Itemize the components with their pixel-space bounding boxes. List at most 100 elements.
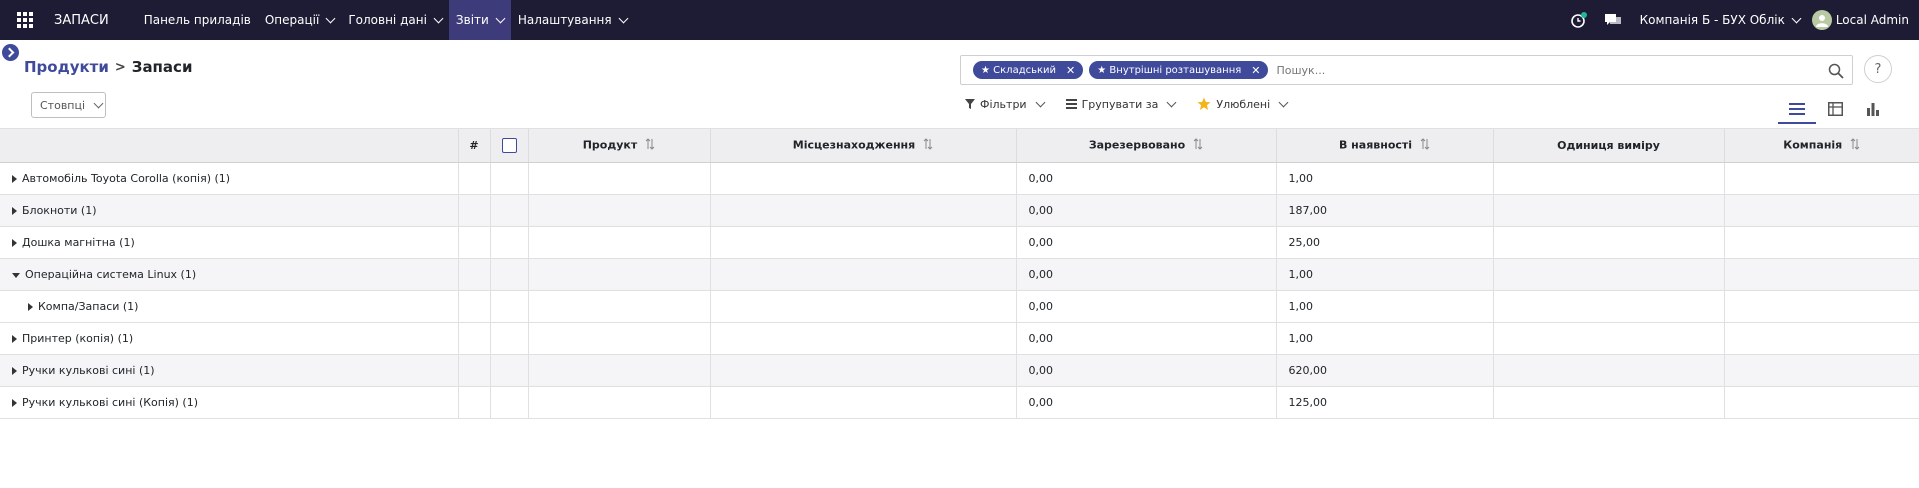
user-menu[interactable]: Local Admin — [1811, 10, 1909, 30]
graph-view-button[interactable] — [1854, 96, 1892, 122]
header-group — [0, 128, 458, 163]
menu-dashboard[interactable]: Панель приладів — [137, 0, 258, 40]
search-input[interactable] — [1274, 62, 1852, 78]
group-label-cell[interactable]: Блокноти (1) — [0, 194, 458, 227]
list-view-button[interactable] — [1778, 96, 1816, 124]
menu-label: Операції — [264, 13, 320, 27]
header-on-hand[interactable]: В наявності — [1275, 128, 1493, 163]
favorites-label: Улюблені — [1216, 97, 1271, 111]
chevron-down-icon — [1166, 97, 1177, 107]
apps-grid-icon — [17, 12, 33, 28]
group-row[interactable]: Ручки кулькові сині (Копія) (1) 0,00 125… — [0, 386, 1919, 419]
header-label: Місцезнаходження — [792, 138, 916, 152]
menu-label: Налаштування — [517, 13, 612, 27]
table-icon — [1827, 102, 1843, 116]
group-row[interactable]: Автомобіль Toyota Corolla (копія) (1) 0,… — [0, 162, 1919, 195]
group-row[interactable]: Дошка магнітна (1) 0,00 25,00 — [0, 226, 1919, 259]
chevron-down-icon — [325, 13, 336, 23]
menu-settings[interactable]: Налаштування — [511, 0, 634, 40]
menu-label: Головні дані — [348, 13, 427, 27]
header-uom[interactable]: Одиниця виміру — [1492, 128, 1724, 163]
clock-icon — [1570, 12, 1587, 28]
sort-icon — [923, 138, 933, 153]
favorites-dropdown[interactable]: Улюблені — [1197, 97, 1289, 111]
group-label: Принтер (копія) (1) — [22, 332, 134, 345]
avatar — [1811, 10, 1832, 30]
caret-right-icon — [12, 175, 17, 183]
reserved-cell: 0,00 — [1015, 322, 1276, 355]
header-select-all[interactable] — [489, 128, 528, 163]
header-label: Продукт — [582, 138, 638, 152]
app-brand[interactable]: ЗАПАСИ — [50, 13, 119, 28]
header-product[interactable]: Продукт — [527, 128, 710, 163]
company-switcher[interactable]: Компанія Б - БУХ Облік — [1639, 13, 1802, 27]
caret-right-icon — [12, 367, 17, 375]
header-location[interactable]: Місцезнаходження — [709, 128, 1016, 163]
group-by-dropdown[interactable]: Групувати за — [1065, 97, 1177, 111]
on-hand-cell: 1,00 — [1275, 322, 1493, 355]
filters-dropdown[interactable]: Фільтри — [965, 97, 1046, 111]
caret-right-icon — [28, 303, 33, 311]
facet-remove-icon[interactable]: ✕ — [1066, 64, 1075, 77]
group-label-cell[interactable]: Дошка магнітна (1) — [0, 226, 458, 259]
on-hand-cell: 1,00 — [1275, 162, 1493, 195]
group-by-label: Групувати за — [1081, 97, 1159, 111]
menu-reports[interactable]: Звіти — [448, 0, 511, 40]
sidebar-toggle-button[interactable] — [2, 44, 19, 61]
activity-button[interactable] — [1570, 11, 1588, 29]
group-row-expanded[interactable]: Операційна система Linux (1) 0,00 1,00 — [0, 258, 1919, 291]
view-switcher — [1778, 96, 1892, 124]
caret-right-icon — [12, 335, 17, 343]
group-label: Ручки кулькові сині (Копія) (1) — [22, 396, 199, 409]
menu-label: Панель приладів — [143, 13, 251, 27]
caret-right-icon — [12, 207, 17, 215]
search-options: Фільтри Групувати за Улюблені — [965, 97, 1309, 111]
menu-master-data[interactable]: Головні дані — [341, 0, 449, 40]
select-all-checkbox[interactable] — [501, 138, 517, 153]
subgroup-row[interactable]: Компа/Запаси (1) 0,00 1,00 — [0, 290, 1919, 323]
table-header-row: # Продукт Місцезнаходження Зарезервовано… — [0, 128, 1919, 163]
group-label-cell[interactable]: Автомобіль Toyota Corolla (копія) (1) — [0, 162, 458, 195]
group-label-cell[interactable]: Операційна система Linux (1) — [0, 258, 458, 291]
reserved-cell: 0,00 — [1015, 290, 1276, 323]
messaging-button[interactable] — [1604, 12, 1622, 28]
header-label: Зарезервовано — [1088, 138, 1186, 152]
header-label: В наявності — [1338, 138, 1413, 152]
menu-label: Звіти — [455, 13, 489, 27]
facet-label: Внутрішні розташування — [1109, 64, 1242, 76]
group-label-cell[interactable]: Ручки кулькові сині (Копія) (1) — [0, 386, 458, 419]
caret-down-icon — [12, 272, 20, 278]
search-icon[interactable] — [1828, 63, 1844, 79]
user-name: Local Admin — [1835, 13, 1909, 27]
apps-menu-button[interactable] — [0, 0, 50, 40]
filter-icon — [965, 99, 975, 109]
company-name: Компанія Б - БУХ Облік — [1639, 13, 1785, 27]
facet-remove-icon[interactable]: ✕ — [1251, 64, 1260, 77]
reserved-cell: 0,00 — [1015, 386, 1276, 419]
header-company[interactable]: Компанія — [1723, 128, 1919, 163]
chevron-down-icon — [1278, 97, 1289, 107]
pivot-view-button[interactable] — [1816, 96, 1854, 122]
user-avatar-icon — [1815, 15, 1828, 27]
help-button[interactable]: ? — [1864, 55, 1892, 83]
search-bar[interactable]: ★ Складський ✕ ★ Внутрішні розташування … — [960, 55, 1853, 85]
chevron-down-icon — [618, 13, 629, 23]
main-menu: Панель приладів Операції Головні дані Зв… — [137, 0, 634, 40]
chevron-down-icon — [495, 13, 506, 23]
group-label-cell[interactable]: Компа/Запаси (1) — [0, 290, 458, 323]
group-row[interactable]: Ручки кулькові сині (1) 0,00 620,00 — [0, 354, 1919, 387]
columns-button[interactable]: Стовпці — [31, 92, 106, 118]
group-label: Автомобіль Toyota Corolla (копія) (1) — [22, 172, 231, 185]
group-label-cell[interactable]: Принтер (копія) (1) — [0, 322, 458, 355]
menu-operations[interactable]: Операції — [258, 0, 341, 40]
group-label-cell[interactable]: Ручки кулькові сині (1) — [0, 354, 458, 387]
header-label: Одиниця виміру — [1557, 139, 1660, 152]
columns-button-label: Стовпці — [40, 98, 86, 112]
group-row[interactable]: Принтер (копія) (1) 0,00 1,00 — [0, 322, 1919, 355]
bar-chart-icon — [1867, 103, 1879, 116]
group-row[interactable]: Блокноти (1) 0,00 187,00 — [0, 194, 1919, 227]
group-label: Дошка магнітна (1) — [22, 236, 135, 249]
breadcrumb-parent-link[interactable]: Продукти — [24, 58, 109, 76]
breadcrumb-separator: > — [114, 59, 126, 75]
header-reserved[interactable]: Зарезервовано — [1015, 128, 1276, 163]
